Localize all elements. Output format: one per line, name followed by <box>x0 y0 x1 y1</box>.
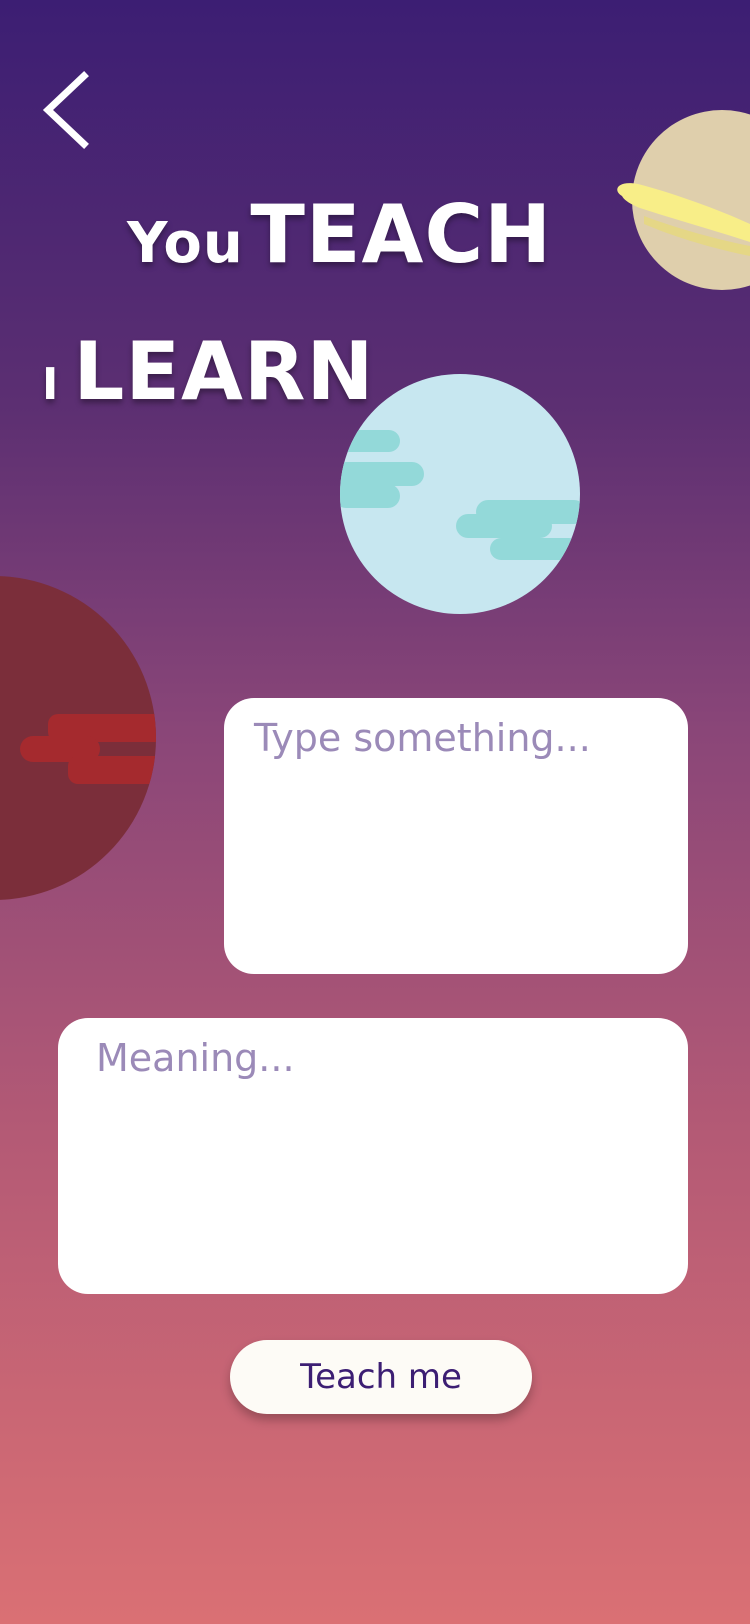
phrase-input[interactable] <box>224 698 688 974</box>
title-word-you: You <box>127 211 244 276</box>
saturn-planet-illustration <box>610 100 750 300</box>
red-planet-illustration <box>0 570 160 906</box>
chevron-left-icon <box>42 71 89 149</box>
title-word-learn: LEARN <box>73 325 375 418</box>
title-line-2: I LEARN <box>42 325 374 418</box>
teach-me-label: Teach me <box>300 1357 462 1397</box>
back-button[interactable] <box>38 70 98 150</box>
blue-planet-illustration <box>338 372 582 616</box>
title-word-teach: TEACH <box>250 188 553 281</box>
teach-me-button[interactable]: Teach me <box>230 1340 532 1414</box>
title-word-i: I <box>42 359 60 410</box>
title-line-1: You TEACH <box>127 188 552 281</box>
meaning-input[interactable] <box>58 1018 688 1294</box>
